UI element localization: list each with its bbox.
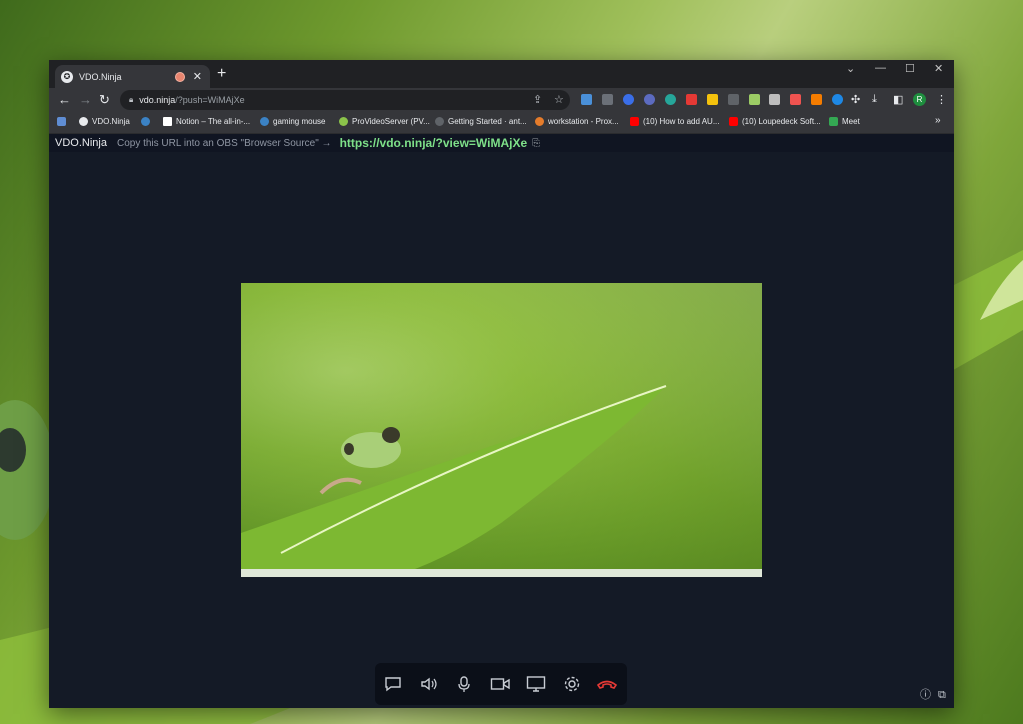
forward-icon[interactable]: → <box>79 92 92 107</box>
address-host: vdo.ninja <box>139 95 176 105</box>
settings-icon <box>564 676 580 692</box>
bookmark-item[interactable]: ProVideoServer (PV... <box>339 117 430 126</box>
page-header: VDO.Ninja Copy this URL into an OBS "Bro… <box>49 134 954 152</box>
bookmarks-bar: VDO.Ninja Notion – The all-in-... gaming… <box>49 112 954 134</box>
hangup-button[interactable] <box>593 671 621 697</box>
tab-title: VDO.Ninja <box>79 71 122 82</box>
active-tab[interactable]: ✪ VDO.Ninja ✕ <box>55 65 210 88</box>
extension-icon[interactable] <box>665 94 676 105</box>
back-icon[interactable]: ← <box>58 92 71 107</box>
extension-icon[interactable] <box>769 94 780 105</box>
notion-icon <box>163 117 172 126</box>
minimize-button[interactable]: — <box>875 62 886 74</box>
extension-icon[interactable] <box>811 94 822 105</box>
browser-window: ✪ VDO.Ninja ✕ + ⌄ — ☐ ✕ ← → ↻ 🔒︎ vdo.nin… <box>49 60 954 708</box>
more-bookmarks-button[interactable]: » <box>935 115 941 126</box>
bookmark-item[interactable]: Notion – The all-in-... <box>163 117 250 126</box>
bookmark-item[interactable]: Getting Started · ant... <box>435 117 527 126</box>
camera-button[interactable] <box>486 671 514 697</box>
youtube-icon <box>729 117 738 126</box>
vdo-ninja-page: VDO.Ninja Copy this URL into an OBS "Bro… <box>49 134 954 708</box>
camera-icon <box>490 678 510 690</box>
bookmark-item[interactable]: gaming mouse <box>260 117 325 126</box>
bookmark-favicon-icon <box>339 117 348 126</box>
bookmark-item[interactable]: (10) Loupedeck Soft... <box>729 117 821 126</box>
extension-icon[interactable] <box>602 94 613 105</box>
help-icon[interactable]: ⓘ <box>920 686 931 702</box>
wordpress-icon <box>141 117 150 126</box>
tab-search-icon[interactable]: ⌄ <box>846 62 855 75</box>
new-tab-button[interactable]: + <box>217 66 226 82</box>
address-bar[interactable]: 🔒︎ vdo.ninja /?push=WiMAjXe ⇪ ☆ <box>120 90 570 110</box>
obs-hint-text: Copy this URL into an OBS "Browser Sourc… <box>116 137 332 149</box>
github-icon <box>435 117 444 126</box>
address-path: /?push=WiMAjXe <box>175 95 245 105</box>
recording-indicator-icon <box>174 71 185 82</box>
proxmox-icon <box>535 117 544 126</box>
bookmark-star-icon[interactable]: ☆ <box>554 93 564 106</box>
extension-icon[interactable] <box>644 94 655 105</box>
screen-share-icon <box>526 676 546 692</box>
bookmark-item[interactable]: workstation - Prox... <box>535 117 619 126</box>
extension-icon[interactable] <box>707 94 718 105</box>
apps-icon[interactable] <box>57 117 70 126</box>
youtube-icon <box>630 117 639 126</box>
reload-icon[interactable]: ↻ <box>99 92 110 108</box>
vdo-ninja-favicon-icon: ✪ <box>61 70 73 83</box>
extension-icon[interactable] <box>790 94 801 105</box>
browser-toolbar: ← → ↻ 🔒︎ vdo.ninja /?push=WiMAjXe ⇪ ☆ ✣ … <box>49 88 954 112</box>
language-icon[interactable]: ⧉ <box>938 689 946 702</box>
microphone-button[interactable] <box>450 671 478 697</box>
extension-icon[interactable] <box>728 94 739 105</box>
chat-button[interactable] <box>379 671 407 697</box>
bookmark-item[interactable]: VDO.Ninja <box>79 117 130 126</box>
video-preview <box>241 283 762 577</box>
captured-taskbar <box>241 569 762 577</box>
screen-share-button[interactable] <box>522 671 550 697</box>
hangup-icon <box>596 680 618 689</box>
lock-icon: 🔒︎ <box>129 95 134 104</box>
side-panel-icon[interactable]: ◧ <box>893 93 903 106</box>
profile-avatar[interactable]: R <box>913 93 926 106</box>
share-icon[interactable]: ⇪ <box>533 93 542 106</box>
call-controls-bar <box>375 663 627 705</box>
title-bar: ✪ VDO.Ninja ✕ + ⌄ — ☐ ✕ <box>49 60 954 88</box>
settings-button[interactable] <box>558 671 586 697</box>
menu-kebab-icon[interactable]: ⋮ <box>936 93 947 106</box>
extension-icon[interactable] <box>832 94 843 105</box>
meet-icon <box>829 117 838 126</box>
bookmark-item[interactable] <box>141 117 154 126</box>
speaker-icon <box>421 677 437 691</box>
bookmark-item[interactable]: (10) How to add AU... <box>630 117 719 126</box>
copy-link-icon[interactable]: ⎘ <box>532 138 540 149</box>
extension-icon[interactable] <box>581 94 592 105</box>
video-frame-image <box>241 283 762 577</box>
bookmark-item[interactable]: Meet <box>829 117 860 126</box>
maximize-button[interactable]: ☐ <box>905 62 915 75</box>
extension-icon[interactable] <box>686 94 697 105</box>
brand-label: VDO.Ninja <box>55 137 107 149</box>
microphone-icon <box>458 676 470 692</box>
download-icon[interactable]: ⤓ <box>872 93 877 106</box>
close-tab-icon[interactable]: ✕ <box>193 70 202 83</box>
extensions-puzzle-icon[interactable]: ✣ <box>851 93 860 106</box>
wordpress-icon <box>260 117 269 126</box>
chat-icon <box>385 677 401 692</box>
close-window-button[interactable]: ✕ <box>934 62 943 75</box>
bookmark-favicon-icon <box>79 117 88 126</box>
extension-icon[interactable] <box>623 94 634 105</box>
extension-icon[interactable] <box>749 94 760 105</box>
view-url-link[interactable]: https://vdo.ninja/?view=WiMAjXe <box>340 136 528 150</box>
speaker-button[interactable] <box>415 671 443 697</box>
